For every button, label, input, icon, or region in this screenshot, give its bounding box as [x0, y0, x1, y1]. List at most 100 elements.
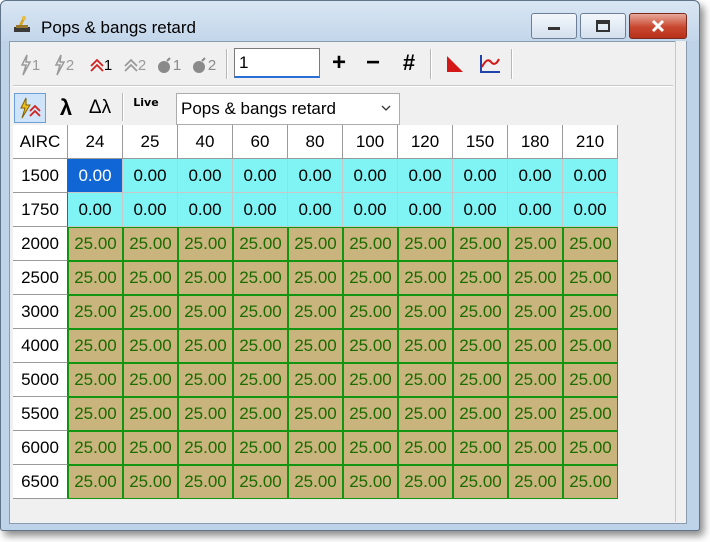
table-cell[interactable]: 25.00 [343, 227, 398, 261]
table-cell[interactable]: 25.00 [123, 295, 178, 329]
table-cell[interactable]: 25.00 [288, 329, 343, 363]
live-button[interactable]: Live [131, 91, 161, 113]
table-cell[interactable]: 25.00 [288, 363, 343, 397]
table-cell[interactable]: 25.00 [453, 261, 508, 295]
table-cell[interactable]: 25.00 [398, 329, 453, 363]
table-cell[interactable]: 25.00 [178, 295, 233, 329]
table-cell[interactable]: 25.00 [508, 329, 563, 363]
table-cell[interactable]: 0.00 [123, 159, 178, 193]
table-cell[interactable]: 25.00 [68, 431, 123, 465]
table-cell[interactable]: 0.00 [288, 159, 343, 193]
delta-lambda-button[interactable]: Δλ [85, 93, 115, 123]
table-cell[interactable]: 25.00 [508, 465, 563, 499]
table-cell[interactable]: 25.00 [343, 465, 398, 499]
lambda-button[interactable]: λ [53, 93, 79, 123]
table-cell[interactable]: 25.00 [343, 261, 398, 295]
table-cell[interactable]: 25.00 [563, 261, 618, 295]
table-cell[interactable]: 25.00 [233, 227, 288, 261]
table-cell[interactable]: 25.00 [68, 329, 123, 363]
table-cell[interactable]: 25.00 [288, 397, 343, 431]
table-cell[interactable]: 0.00 [508, 193, 563, 227]
table-cell[interactable]: 25.00 [233, 329, 288, 363]
table-cell[interactable]: 0.00 [343, 193, 398, 227]
table-cell[interactable]: 25.00 [453, 465, 508, 499]
minimize-button[interactable] [531, 13, 577, 39]
map-select[interactable]: Pops & bangs retard [176, 93, 400, 125]
table-cell[interactable]: 25.00 [508, 363, 563, 397]
table-cell[interactable]: 0.00 [398, 159, 453, 193]
ramp-button[interactable] [443, 51, 467, 77]
table-cell[interactable]: 0.00 [508, 159, 563, 193]
table-cell[interactable]: 25.00 [123, 261, 178, 295]
table-cell[interactable]: 25.00 [563, 363, 618, 397]
table-cell[interactable]: 25.00 [398, 227, 453, 261]
flame1-button[interactable]: 1 [87, 51, 115, 79]
title-bar[interactable]: Pops & bangs retard [1, 1, 699, 41]
table-cell[interactable]: 0.00 [453, 193, 508, 227]
table-cell[interactable]: 0.00 [343, 159, 398, 193]
table-cell[interactable]: 0.00 [178, 193, 233, 227]
table-cell[interactable]: 25.00 [123, 363, 178, 397]
table-cell[interactable]: 0.00 [288, 193, 343, 227]
table-cell[interactable]: 25.00 [508, 261, 563, 295]
ignition-mode-button[interactable] [14, 93, 46, 123]
cyl1-button[interactable]: 1 [17, 51, 43, 79]
table-cell[interactable]: 25.00 [343, 329, 398, 363]
table-cell[interactable]: 25.00 [398, 397, 453, 431]
table-cell[interactable]: 0.00 [178, 159, 233, 193]
table-cell[interactable]: 25.00 [398, 295, 453, 329]
cyl2-button[interactable]: 2 [51, 51, 77, 79]
table-cell[interactable]: 25.00 [288, 227, 343, 261]
table-cell[interactable]: 25.00 [123, 431, 178, 465]
table-cell[interactable]: 25.00 [563, 397, 618, 431]
table-cell[interactable]: 25.00 [563, 431, 618, 465]
table-cell[interactable]: 25.00 [123, 227, 178, 261]
table-cell[interactable]: 25.00 [508, 397, 563, 431]
value-input[interactable] [234, 48, 320, 78]
close-button[interactable] [629, 13, 687, 39]
plus-button[interactable]: + [327, 49, 351, 77]
table-cell[interactable]: 25.00 [508, 227, 563, 261]
table-cell[interactable]: 0.00 [123, 193, 178, 227]
table-cell[interactable]: 25.00 [343, 363, 398, 397]
table-cell[interactable]: 25.00 [508, 295, 563, 329]
table-cell[interactable]: 25.00 [178, 227, 233, 261]
table-cell[interactable]: 25.00 [453, 397, 508, 431]
table-cell[interactable]: 25.00 [123, 329, 178, 363]
hash-button[interactable]: # [397, 49, 421, 77]
table-cell[interactable]: 25.00 [178, 431, 233, 465]
table-cell[interactable]: 25.00 [343, 295, 398, 329]
table-cell[interactable]: 25.00 [233, 397, 288, 431]
table-cell[interactable]: 0.00 [68, 159, 123, 193]
table-cell[interactable]: 25.00 [508, 431, 563, 465]
table-cell[interactable]: 0.00 [233, 193, 288, 227]
bomb2-button[interactable]: 2 [190, 51, 218, 79]
table-cell[interactable]: 0.00 [233, 159, 288, 193]
table-cell[interactable]: 25.00 [178, 261, 233, 295]
table-cell[interactable]: 25.00 [68, 261, 123, 295]
table-cell[interactable]: 25.00 [398, 363, 453, 397]
table-cell[interactable]: 25.00 [178, 397, 233, 431]
table-cell[interactable]: 25.00 [288, 261, 343, 295]
table-cell[interactable]: 25.00 [343, 397, 398, 431]
table-cell[interactable]: 25.00 [453, 227, 508, 261]
table-cell[interactable]: 25.00 [233, 431, 288, 465]
table-cell[interactable]: 25.00 [288, 431, 343, 465]
table-cell[interactable]: 0.00 [453, 159, 508, 193]
table-cell[interactable]: 25.00 [398, 431, 453, 465]
flame2-button[interactable]: 2 [121, 51, 149, 79]
maximize-button[interactable] [580, 13, 626, 39]
table-cell[interactable]: 25.00 [178, 363, 233, 397]
table-cell[interactable]: 0.00 [68, 193, 123, 227]
table-cell[interactable]: 25.00 [563, 465, 618, 499]
table-cell[interactable]: 25.00 [233, 465, 288, 499]
table-cell[interactable]: 25.00 [68, 397, 123, 431]
table-cell[interactable]: 0.00 [563, 159, 618, 193]
table-cell[interactable]: 25.00 [453, 295, 508, 329]
table-cell[interactable]: 25.00 [178, 465, 233, 499]
table-cell[interactable]: 0.00 [563, 193, 618, 227]
table-cell[interactable]: 25.00 [233, 261, 288, 295]
table-cell[interactable]: 25.00 [563, 295, 618, 329]
table-cell[interactable]: 25.00 [563, 227, 618, 261]
minus-button[interactable]: − [361, 49, 385, 77]
